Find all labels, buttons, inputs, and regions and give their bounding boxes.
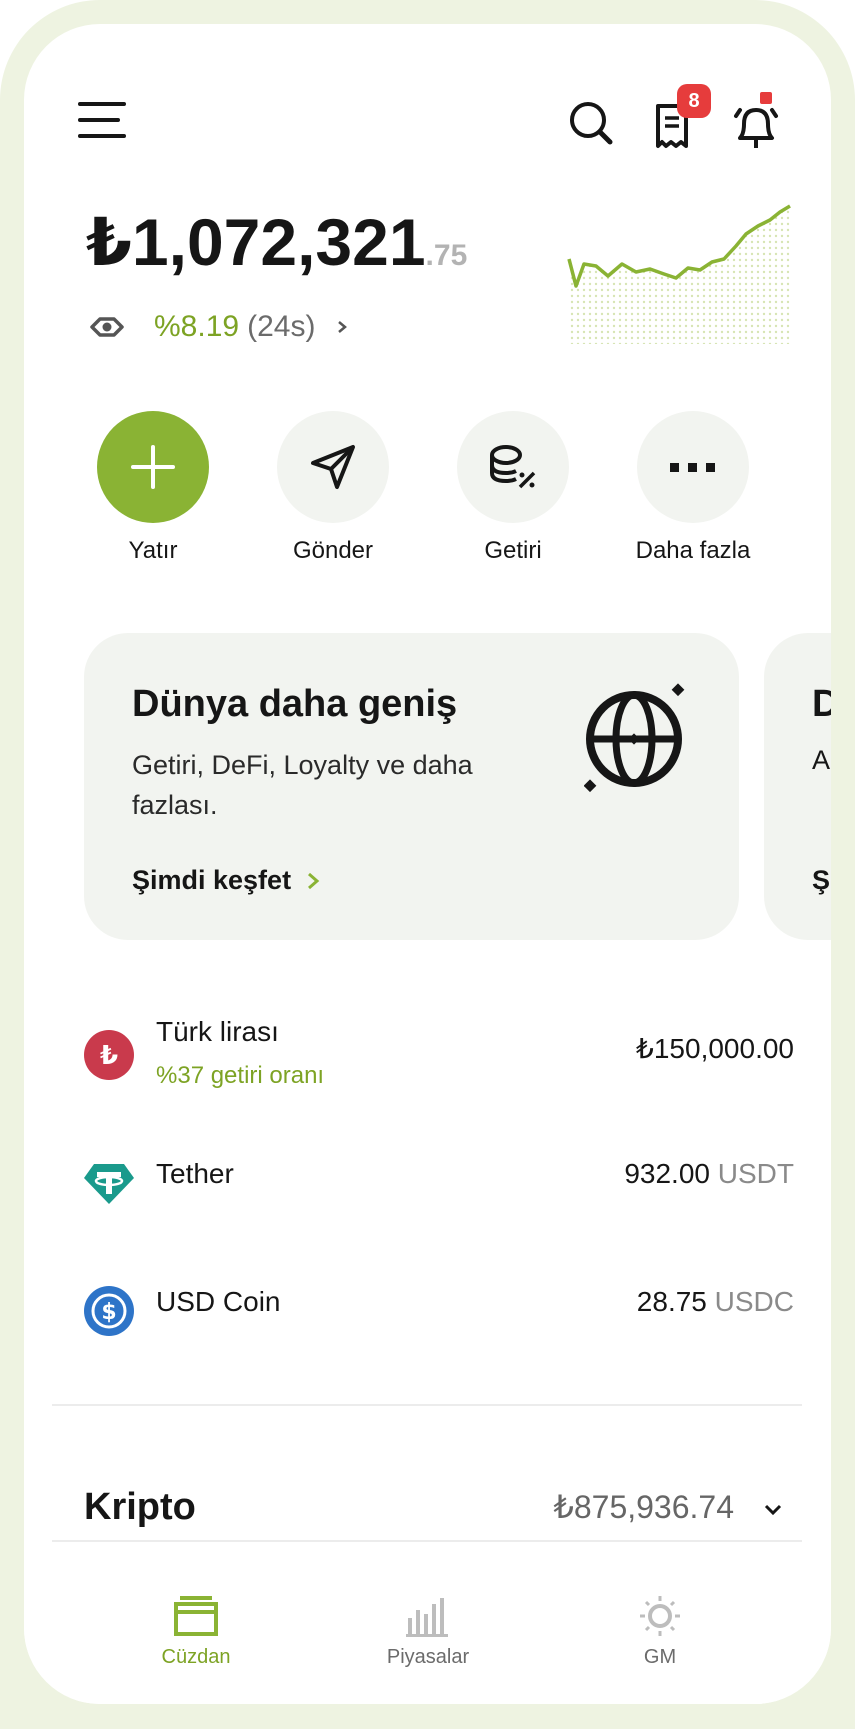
earn-label: Getiri <box>484 537 542 564</box>
svg-text:$: $ <box>101 1300 116 1325</box>
plus-icon <box>131 445 175 489</box>
promo-card-next[interactable]: D A Ş <box>764 633 831 940</box>
asset-name: Türk lirası <box>156 1016 279 1047</box>
chevron-right-icon[interactable] <box>333 316 351 338</box>
asset-amount-value: 28.75 <box>636 1286 707 1317</box>
asset-yield: %37 getiri oranı <box>156 1062 325 1089</box>
section-divider <box>52 1404 802 1406</box>
asset-name: Tether <box>156 1158 234 1189</box>
more-label: Daha fazla <box>635 537 751 564</box>
eye-icon[interactable] <box>88 313 126 341</box>
asset-name: USD Coin <box>156 1286 281 1317</box>
balance-change-row[interactable]: %8.19 (24s) <box>86 302 351 352</box>
promo-next-link: Ş <box>812 865 831 895</box>
nav-markets[interactable]: Piyasalar <box>328 1594 528 1669</box>
asset-row-try[interactable]: ₺ Türk lirası %37 getiri oranı ₺150,000.… <box>84 1010 794 1100</box>
promo-title: Dünya daha geniş <box>132 683 458 725</box>
promo-description: Getiri, DeFi, Loyalty ve daha fazlası. <box>132 750 473 820</box>
chart-bars-icon <box>406 1598 448 1637</box>
app-screen: 8 ₺1,072,321.75 %8.19 (24s) Yatır Gönder… <box>24 24 831 1704</box>
bell-icon[interactable] <box>728 98 784 154</box>
section-divider <box>52 1540 802 1542</box>
turkish-lira-icon: ₺ <box>84 1030 134 1080</box>
send-label: Gönder <box>292 537 374 564</box>
quick-actions: Yatır Gönder Getiri Daha fazla <box>78 411 798 601</box>
earn-button[interactable]: Getiri <box>438 411 588 565</box>
nav-wallet[interactable]: Cüzdan <box>96 1594 296 1669</box>
send-icon <box>311 445 355 489</box>
asset-unit: USDC <box>714 1286 794 1317</box>
send-circle <box>277 411 389 523</box>
deposit-label: Yatır <box>128 537 178 564</box>
promo-next-desc: A <box>812 745 831 775</box>
tether-icon <box>84 1164 134 1204</box>
asset-amount: 932.00 USDT <box>624 1158 794 1190</box>
bell-alert-dot <box>760 92 772 104</box>
sun-icon <box>640 1596 680 1636</box>
deposit-circle <box>97 411 209 523</box>
menu-line <box>78 134 126 138</box>
menu-line <box>78 102 126 106</box>
bottom-nav: Cüzdan Piyasalar GM <box>24 1564 831 1704</box>
coins-percent-icon <box>490 445 536 489</box>
menu-icon[interactable] <box>78 102 130 146</box>
device-frame: 8 ₺1,072,321.75 %8.19 (24s) Yatır Gönder… <box>0 0 855 1729</box>
globe-icon <box>584 683 685 793</box>
search-icon[interactable] <box>566 98 618 150</box>
nav-gm-label: GM <box>643 1646 677 1668</box>
balance-main: ₺1,072,321 <box>86 205 426 279</box>
nav-markets-label: Piyasalar <box>386 1646 470 1668</box>
balance-sparkline <box>567 204 791 344</box>
nav-wallet-label: Cüzdan <box>161 1646 231 1668</box>
total-balance: ₺1,072,321.75 <box>86 202 467 296</box>
asset-amount-value: ₺150,000.00 <box>636 1033 794 1064</box>
chevron-down-icon[interactable] <box>762 1502 784 1518</box>
wallet-icon <box>174 1596 218 1636</box>
more-icon <box>670 463 715 472</box>
earn-circle <box>457 411 569 523</box>
deposit-button[interactable]: Yatır <box>78 411 228 565</box>
usd-coin-icon: $ <box>84 1286 134 1336</box>
menu-line <box>78 118 120 122</box>
kripto-value: ₺875,936.74 <box>553 1489 734 1525</box>
promo-link-label: Şimdi keşfet <box>132 865 292 895</box>
kripto-section-header[interactable]: Kripto ₺875,936.74 <box>84 1470 794 1550</box>
promo-next-title: D <box>812 683 831 725</box>
more-circle <box>637 411 749 523</box>
asset-amount: ₺150,000.00 <box>636 1032 794 1065</box>
svg-text:₺: ₺ <box>100 1041 118 1071</box>
chevron-right-icon <box>308 872 320 889</box>
notifications-badge: 8 <box>677 84 711 118</box>
asset-unit: USDT <box>717 1158 794 1189</box>
asset-amount: 28.75 USDC <box>637 1286 794 1318</box>
change-percent: %8.19 <box>154 310 240 343</box>
promo-card[interactable]: Dünya daha geniş Getiri, DeFi, Loyalty v… <box>84 633 739 940</box>
change-period: (24s) <box>247 310 316 343</box>
more-button[interactable]: Daha fazla <box>618 411 768 565</box>
promo-link[interactable]: Şimdi keşfet <box>132 865 321 896</box>
kripto-title: Kripto <box>84 1486 196 1528</box>
asset-row-usdc[interactable]: $ USD Coin 28.75 USDC <box>84 1266 794 1356</box>
balance-cents: .75 <box>425 239 468 272</box>
nav-gm[interactable]: GM <box>560 1594 760 1669</box>
send-button[interactable]: Gönder <box>258 411 408 565</box>
asset-amount-value: 932.00 <box>624 1158 710 1189</box>
asset-row-usdt[interactable]: Tether 932.00 USDT <box>84 1138 794 1228</box>
